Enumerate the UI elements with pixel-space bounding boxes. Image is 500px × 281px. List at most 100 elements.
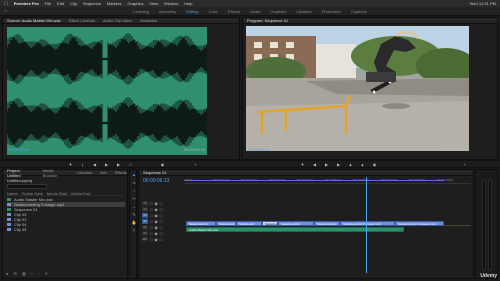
insert-icon[interactable]: □ bbox=[128, 162, 133, 167]
add-button-icon[interactable]: + bbox=[193, 162, 198, 167]
column-header[interactable]: Name bbox=[7, 191, 18, 196]
track-name[interactable]: V2 bbox=[142, 206, 148, 212]
mute-icon[interactable]: □ bbox=[160, 207, 162, 212]
video-clip[interactable]: Skateboarding bbox=[262, 221, 278, 226]
workspace-audio[interactable]: Audio bbox=[250, 9, 260, 14]
workspace-color[interactable]: Color bbox=[208, 9, 218, 14]
workspace-graphics[interactable]: Graphics bbox=[270, 9, 286, 14]
mute-icon[interactable]: □ bbox=[160, 225, 162, 230]
play-icon[interactable]: ▶ bbox=[104, 162, 109, 167]
video-clip[interactable]: Skateboarding bbox=[278, 221, 314, 226]
video-clip[interactable]: Skateboarding Footage.mp4 bbox=[186, 221, 216, 226]
menu-item[interactable]: Graphics bbox=[127, 1, 143, 6]
type-icon[interactable]: T bbox=[131, 228, 137, 234]
playhead[interactable] bbox=[366, 177, 367, 273]
tab-libraries[interactable]: Libraries bbox=[77, 170, 92, 175]
menu-item[interactable]: Clip bbox=[70, 1, 77, 6]
video-clip[interactable]: Skateboarding Footage.mp4 bbox=[340, 221, 395, 226]
tab-program[interactable]: Program: Sequence 01 bbox=[247, 18, 288, 23]
step-back-icon[interactable]: ◀ bbox=[92, 162, 97, 167]
track-name[interactable]: V1 bbox=[142, 212, 148, 218]
lock-icon[interactable]: ● bbox=[6, 271, 8, 276]
camera-icon[interactable]: ◉ bbox=[372, 162, 377, 167]
tab-audio-clip-mixer[interactable]: Audio Clip Mixer bbox=[103, 18, 132, 23]
slip-icon[interactable]: ↔ bbox=[131, 204, 137, 210]
eye-icon[interactable]: ◉ bbox=[154, 231, 158, 236]
step-forward-icon[interactable]: ▶ bbox=[116, 162, 121, 167]
mark-in-icon[interactable]: ▼ bbox=[68, 162, 73, 167]
tab-metadata[interactable]: Metadata bbox=[140, 18, 157, 23]
workspace-effects[interactable]: Effects bbox=[228, 9, 240, 14]
eye-icon[interactable]: ◉ bbox=[154, 219, 158, 224]
tab-effects[interactable]: Effects bbox=[115, 170, 127, 175]
list-view-icon[interactable]: ☰ bbox=[13, 271, 17, 276]
prog-step-forward-icon[interactable]: ▶ bbox=[336, 162, 341, 167]
workspace-learning[interactable]: Learning bbox=[133, 9, 149, 14]
mute-icon[interactable]: □ bbox=[160, 201, 162, 206]
work-area-bar[interactable] bbox=[184, 180, 444, 181]
lock-icon[interactable]: □ bbox=[150, 213, 152, 218]
time-ruler[interactable]: 00:0000:00:01:0000:00:02:0000:00:03:0000… bbox=[185, 178, 471, 184]
new-bin-icon[interactable]: □ bbox=[31, 271, 33, 276]
trash-icon[interactable]: ✕ bbox=[45, 271, 48, 276]
track-name[interactable]: A3 bbox=[142, 230, 148, 236]
prog-mark-in-icon[interactable]: ▼ bbox=[300, 162, 305, 167]
video-clip[interactable]: Skateboarding Footage bbox=[314, 221, 340, 226]
apple-icon[interactable]:  bbox=[4, 1, 8, 7]
menu-item[interactable]: Window bbox=[164, 1, 178, 6]
menu-item[interactable]: Edit bbox=[57, 1, 64, 6]
audio-waveform[interactable] bbox=[7, 27, 207, 155]
mute-icon[interactable]: □ bbox=[160, 231, 162, 236]
menu-item[interactable]: Sequence bbox=[83, 1, 101, 6]
timeline-timecode[interactable]: 00:00:06:13 bbox=[143, 178, 169, 184]
lock-icon[interactable]: □ bbox=[150, 219, 152, 224]
mute-icon[interactable]: □ bbox=[160, 237, 162, 242]
workspace-libraries[interactable]: Libraries bbox=[296, 9, 311, 14]
video-clip[interactable]: Skateboarding Footage.mp4 bbox=[395, 221, 444, 226]
prog-step-back-icon[interactable]: ◀ bbox=[312, 162, 317, 167]
tab-media-browser[interactable]: Media Browser bbox=[43, 168, 69, 178]
video-clip[interactable]: Skateboarding bbox=[216, 221, 236, 226]
mute-icon[interactable]: □ bbox=[160, 219, 162, 224]
mute-icon[interactable]: □ bbox=[160, 213, 162, 218]
new-item-icon[interactable]: ▫ bbox=[38, 271, 39, 276]
tab-effect-controls[interactable]: Effect Controls bbox=[69, 18, 95, 23]
project-search-input[interactable] bbox=[7, 184, 47, 189]
app-name[interactable]: Premiere Pro bbox=[14, 1, 39, 6]
ripple-edit-icon[interactable]: ⇔ bbox=[131, 188, 137, 194]
tab-sequence[interactable]: Sequence 01 bbox=[143, 170, 167, 175]
eye-icon[interactable]: ◉ bbox=[154, 213, 158, 218]
track-header[interactable]: Mix □ ◉ □ bbox=[139, 236, 185, 242]
prog-play-icon[interactable]: ▶ bbox=[324, 162, 329, 167]
export-frame-icon[interactable]: ◉ bbox=[160, 162, 165, 167]
menu-item[interactable]: File bbox=[45, 1, 51, 6]
workspace-production[interactable]: Production bbox=[322, 9, 341, 14]
tab-info[interactable]: Info bbox=[100, 170, 107, 175]
prog-add-button-icon[interactable]: + bbox=[462, 162, 467, 167]
column-header[interactable]: Frame Rate bbox=[22, 191, 43, 196]
tab-source[interactable]: Source: Audio Master Mix.wav bbox=[7, 18, 61, 23]
menu-item[interactable]: View bbox=[149, 1, 158, 6]
column-header[interactable]: Media End bbox=[71, 191, 90, 196]
track-name[interactable]: A1 bbox=[142, 218, 148, 224]
icon-view-icon[interactable]: ▦ bbox=[22, 271, 26, 276]
eye-icon[interactable]: ◉ bbox=[154, 225, 158, 230]
workspace-captions[interactable]: Captions bbox=[351, 9, 367, 14]
lock-icon[interactable]: □ bbox=[150, 231, 152, 236]
program-video-frame[interactable] bbox=[246, 26, 469, 151]
tab-project[interactable]: Project: Untitled bbox=[7, 168, 35, 178]
track-name[interactable]: A2 bbox=[142, 224, 148, 230]
hand-icon[interactable]: ✋ bbox=[131, 220, 137, 226]
extract-icon[interactable]: ▲ bbox=[360, 162, 365, 167]
workspace-editing[interactable]: Editing bbox=[186, 9, 198, 14]
pen-icon[interactable]: ✎ bbox=[131, 212, 137, 218]
lift-icon[interactable]: ▲ bbox=[348, 162, 353, 167]
track-name[interactable]: V3 bbox=[142, 200, 148, 206]
menu-item[interactable]: Markers bbox=[107, 1, 121, 6]
eye-icon[interactable]: ◉ bbox=[154, 207, 158, 212]
eye-icon[interactable]: ◉ bbox=[154, 201, 158, 206]
eye-icon[interactable]: ◉ bbox=[154, 237, 158, 242]
track-select-icon[interactable]: ⇒ bbox=[131, 180, 137, 186]
column-header[interactable]: Media Start bbox=[47, 191, 67, 196]
mark-out-icon[interactable]: { bbox=[80, 162, 85, 167]
